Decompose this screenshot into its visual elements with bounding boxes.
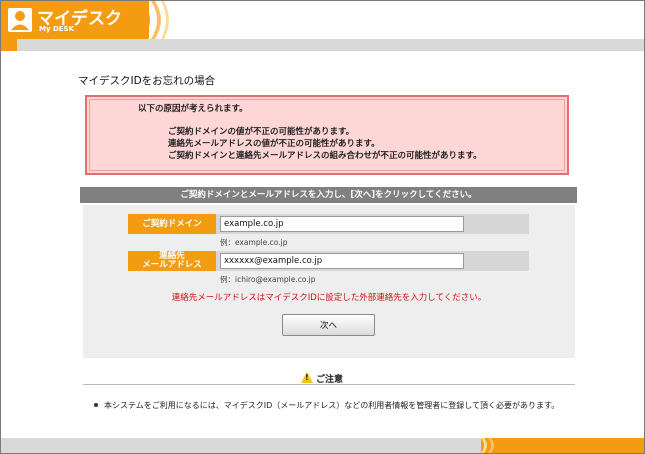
user-icon xyxy=(8,8,32,32)
logo: マイデスク My DESK xyxy=(1,1,149,39)
footer-swoosh-icon xyxy=(481,438,494,453)
instruction-bar: ご契約ドメインとメールアドレスを入力し、[次へ]をクリックしてください。 xyxy=(80,187,577,203)
error-heading: 以下の原因が考えられます。 xyxy=(138,104,248,114)
email-example: 例：ichiro@example.co.jp xyxy=(220,275,316,284)
domain-input[interactable] xyxy=(220,216,464,232)
page-frame: マイデスク My DESK マイデスクIDをお忘れの場合 以下の原因が考えられま… xyxy=(0,0,645,454)
page-title: マイデスクIDをお忘れの場合 xyxy=(78,75,216,87)
error-line: 連絡先メールアドレスの値が不正の可能性があります。 xyxy=(168,139,380,149)
header-bar-accent xyxy=(1,39,17,51)
caution-heading: ご注意 xyxy=(301,371,343,385)
error-line: ご契約ドメインの値が不正の可能性があります。 xyxy=(168,127,355,137)
header-bar xyxy=(1,39,644,51)
error-line: ご契約ドメインと連絡先メールアドレスの組み合わせが不正の可能性があります。 xyxy=(168,151,482,161)
email-warning: 連絡先メールアドレスはマイデスクIDに設定した外部連絡先を入力してください。 xyxy=(171,293,487,303)
email-row: 連絡先 メールアドレス xyxy=(128,251,529,271)
email-label: 連絡先 メールアドレス xyxy=(128,251,216,271)
email-input[interactable] xyxy=(220,253,464,269)
caution-note-text: 本システムをご利用になるには、マイデスクID（メールアドレス）などの利用者情報を… xyxy=(104,401,560,410)
domain-row: ご契約ドメイン xyxy=(128,214,529,234)
domain-example: 例：example.co.jp xyxy=(220,238,288,247)
next-button[interactable]: 次へ xyxy=(282,314,375,336)
header: マイデスク My DESK xyxy=(1,1,644,51)
swoosh-decoration-icon xyxy=(137,1,169,39)
caution-note: 本システムをご利用になるには、マイデスクID（メールアドレス）などの利用者情報を… xyxy=(94,400,559,411)
email-label-line2: メールアドレス xyxy=(142,260,202,270)
app-subtitle: My DESK xyxy=(39,25,75,33)
caution-divider xyxy=(83,384,575,385)
error-box: 以下の原因が考えられます。 ご契約ドメインの値が不正の可能性があります。 連絡先… xyxy=(85,95,569,175)
bullet-icon xyxy=(94,403,98,407)
domain-label: ご契約ドメイン xyxy=(128,214,216,234)
warning-icon xyxy=(301,372,313,383)
